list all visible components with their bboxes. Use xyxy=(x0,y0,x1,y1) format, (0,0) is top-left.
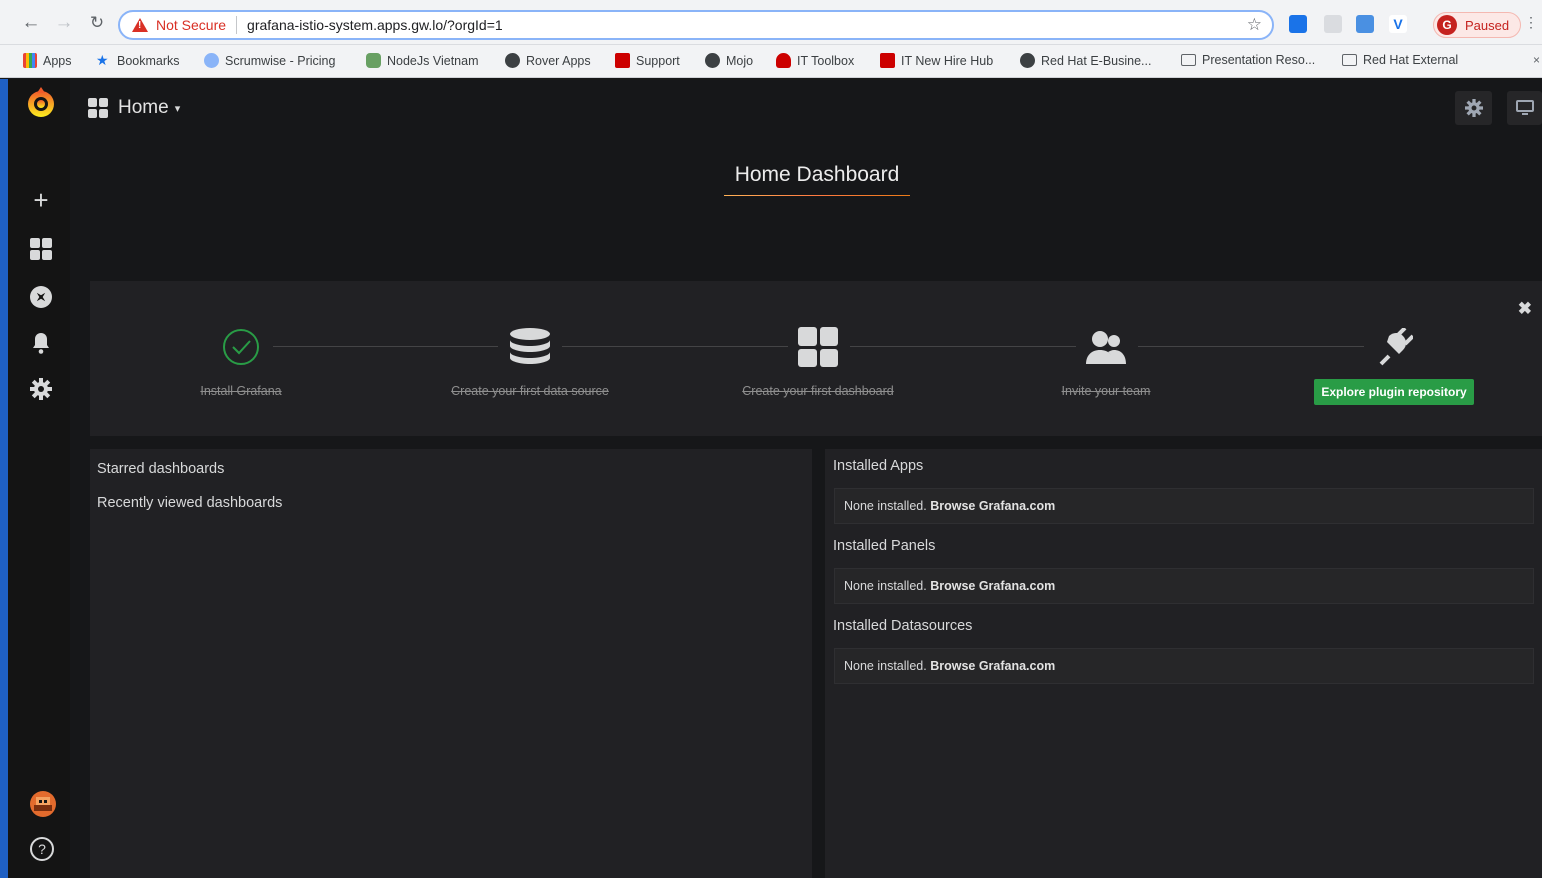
bookmark-scrumwise[interactable]: Scrumwise - Pricing xyxy=(204,53,335,68)
bookmark-it-toolbox[interactable]: IT Toolbox xyxy=(776,53,854,68)
browser-toolbar: ← → ↻ Not Secure grafana-istio-system.ap… xyxy=(0,0,1542,45)
explore-plugin-repository-button[interactable]: Explore plugin repository xyxy=(1314,379,1474,405)
profile-button[interactable]: G Paused xyxy=(1433,12,1521,38)
tv-mode-monitor-icon[interactable] xyxy=(1507,91,1542,125)
more-bookmarks-icon[interactable]: × xyxy=(1533,53,1540,67)
alerting-bell-icon[interactable] xyxy=(28,330,54,356)
installed-panels-empty: None installed. Browse Grafana.com xyxy=(834,568,1534,604)
extension-icon[interactable] xyxy=(1356,15,1374,33)
plugin-list-panel: Installed Apps None installed. Browse Gr… xyxy=(825,449,1542,878)
globe-icon xyxy=(705,53,720,68)
create-plus-icon[interactable]: + xyxy=(28,185,54,215)
address-bar[interactable]: Not Secure grafana-istio-system.apps.gw.… xyxy=(118,10,1274,40)
profile-avatar: G xyxy=(1437,15,1457,35)
title-underline xyxy=(724,195,910,196)
globe-icon xyxy=(1020,53,1035,68)
help-question-icon[interactable]: ? xyxy=(30,837,54,861)
scrumwise-icon xyxy=(204,53,219,68)
extension-icon[interactable] xyxy=(1324,15,1342,33)
vivid-extension-icon[interactable]: V xyxy=(1389,15,1407,33)
installed-datasources-empty: None installed. Browse Grafana.com xyxy=(834,648,1534,684)
browse-grafana-link[interactable]: Browse Grafana.com xyxy=(930,579,1055,593)
folder-icon xyxy=(1342,54,1357,66)
installed-apps-empty: None installed. Browse Grafana.com xyxy=(834,488,1534,524)
url-text: grafana-istio-system.apps.gw.lo/?orgId=1 xyxy=(247,17,503,33)
star-icon: ★ xyxy=(96,52,109,68)
not-secure-label: Not Secure xyxy=(156,17,227,33)
bookmark-bookmarks[interactable]: ★ Bookmarks xyxy=(96,53,180,68)
profile-status: Paused xyxy=(1465,17,1510,33)
dashboard-list-panel: Starred dashboards Recently viewed dashb… xyxy=(90,449,812,878)
page-title: Home Dashboard xyxy=(734,163,900,186)
users-icon xyxy=(1086,331,1126,364)
extension-icon[interactable] xyxy=(1289,15,1307,33)
bookmark-support[interactable]: Support xyxy=(615,53,680,68)
bookmark-nodejs[interactable]: NodeJs Vietnam xyxy=(366,53,479,68)
bookmark-redhat-ebusiness[interactable]: Red Hat E-Busine... xyxy=(1020,53,1151,68)
dashboard-breadcrumb: Home xyxy=(118,97,169,118)
bookmark-apps[interactable]: Apps xyxy=(23,53,72,68)
bookmark-star-icon[interactable]: ☆ xyxy=(1247,15,1262,35)
redhat-icon xyxy=(776,53,791,68)
dashboards-icon[interactable] xyxy=(28,236,54,262)
browse-grafana-link[interactable]: Browse Grafana.com xyxy=(930,659,1055,673)
caret-down-icon: ▾ xyxy=(174,102,181,115)
warning-icon xyxy=(132,18,148,32)
configuration-gear-icon[interactable] xyxy=(28,376,54,402)
installed-apps-heading: Installed Apps xyxy=(833,458,924,474)
apps-grid-icon xyxy=(23,53,37,68)
redhat-new-icon xyxy=(880,53,895,68)
plug-icon xyxy=(1379,328,1413,366)
getting-started-panel: ✖ Install Grafana Create your first data… xyxy=(90,281,1542,436)
close-icon[interactable]: ✖ xyxy=(1518,299,1532,319)
starred-dashboards-heading: Starred dashboards xyxy=(97,461,225,477)
side-menu: + ? xyxy=(0,79,70,878)
installed-datasources-heading: Installed Datasources xyxy=(833,618,973,634)
installed-panels-heading: Installed Panels xyxy=(833,538,936,554)
dashboard-picker[interactable]: Home ▾ xyxy=(88,97,180,119)
folder-icon xyxy=(1181,54,1196,66)
user-avatar[interactable] xyxy=(30,791,56,817)
bookmark-presentation[interactable]: Presentation Reso... xyxy=(1181,53,1315,67)
dashboard-grid-icon xyxy=(798,327,838,367)
dashboard-grid-icon xyxy=(88,98,108,118)
browser-menu-icon[interactable]: ⋮ xyxy=(1524,14,1538,31)
step-install-grafana: Install Grafana xyxy=(121,325,361,398)
dashboard-settings-gear-icon[interactable] xyxy=(1455,91,1492,125)
nodejs-icon xyxy=(366,53,381,68)
explore-compass-icon[interactable] xyxy=(28,284,54,310)
bookmark-mojo[interactable]: Mojo xyxy=(705,53,753,68)
bookmark-redhat-external[interactable]: Red Hat External xyxy=(1342,53,1458,67)
bookmark-rover[interactable]: Rover Apps xyxy=(505,53,591,68)
bookmarks-bar: Apps ★ Bookmarks Scrumwise - Pricing Node… xyxy=(0,45,1542,78)
database-icon xyxy=(510,328,550,364)
forward-arrow-icon[interactable]: → xyxy=(53,12,75,34)
back-arrow-icon[interactable]: ← xyxy=(20,12,42,34)
dashboard-main: Home ▾ Home Dashboard ✖ Install Grafana … xyxy=(70,79,1542,878)
step-create-dashboard[interactable]: Create your first dashboard xyxy=(698,325,938,398)
browse-grafana-link[interactable]: Browse Grafana.com xyxy=(930,499,1055,513)
grafana-logo-icon[interactable] xyxy=(25,87,57,119)
step-invite-team[interactable]: Invite your team xyxy=(986,325,1226,398)
redhat-new-icon xyxy=(615,53,630,68)
reload-icon[interactable]: ↻ xyxy=(86,12,108,34)
step-create-data-source[interactable]: Create your first data source xyxy=(410,325,650,398)
recently-viewed-heading: Recently viewed dashboards xyxy=(97,495,283,511)
globe-icon xyxy=(505,53,520,68)
check-circle-icon xyxy=(223,329,259,365)
step-explore-plugins: Explore plugin repository xyxy=(1274,325,1514,405)
bookmark-it-new-hire[interactable]: IT New Hire Hub xyxy=(880,53,993,68)
